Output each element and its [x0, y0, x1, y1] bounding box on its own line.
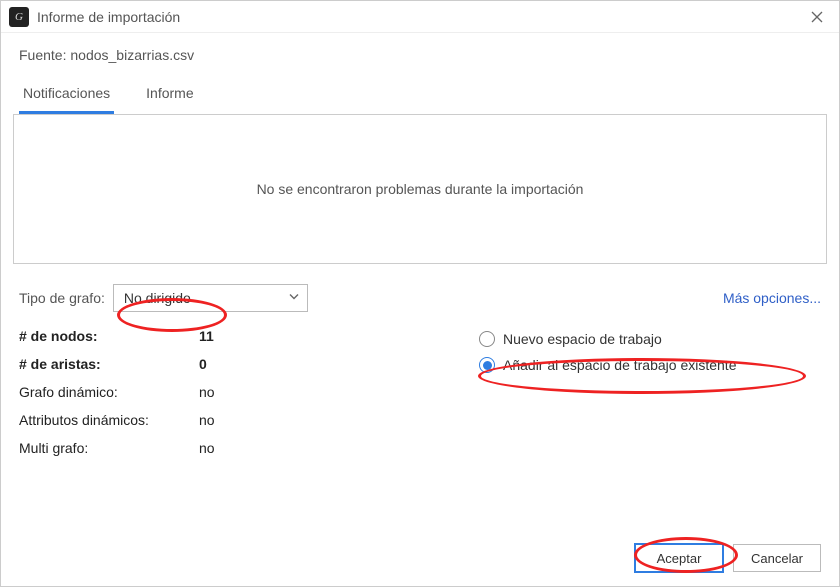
edges-count-value: 0: [199, 356, 207, 372]
multi-graph-value: no: [199, 440, 215, 456]
accept-button[interactable]: Aceptar: [635, 544, 723, 572]
tab-report[interactable]: Informe: [142, 75, 197, 114]
workspace-existing-radio[interactable]: Añadir al espacio de trabajo existente: [479, 352, 821, 378]
notifications-panel: No se encontraron problemas durante la i…: [13, 114, 827, 264]
dynamic-attrs-value: no: [199, 412, 215, 428]
graph-type-label: Tipo de grafo:: [19, 290, 105, 306]
edges-count-label: # de aristas:: [19, 356, 199, 372]
gephi-app-icon: G: [9, 7, 29, 27]
dynamic-attrs-label: Attributos dinámicos:: [19, 412, 199, 428]
radio-icon: [479, 357, 495, 373]
workspace-new-label: Nuevo espacio de trabajo: [503, 331, 662, 347]
nodes-count-label: # de nodos:: [19, 328, 199, 344]
dynamic-graph-value: no: [199, 384, 215, 400]
graph-type-value: No dirigido: [124, 290, 191, 306]
graph-type-select[interactable]: No dirigido: [113, 284, 308, 312]
close-icon[interactable]: [803, 3, 831, 31]
cancel-button[interactable]: Cancelar: [733, 544, 821, 572]
radio-icon: [479, 331, 495, 347]
workspace-new-radio[interactable]: Nuevo espacio de trabajo: [479, 326, 821, 352]
more-options-link[interactable]: Más opciones...: [723, 290, 821, 306]
notification-message: No se encontraron problemas durante la i…: [257, 181, 584, 197]
source-label: Fuente:: [19, 47, 66, 63]
multi-graph-label: Multi grafo:: [19, 440, 199, 456]
window-title: Informe de importación: [37, 9, 803, 25]
tab-notifications[interactable]: Notificaciones: [19, 75, 114, 114]
workspace-existing-label: Añadir al espacio de trabajo existente: [503, 357, 736, 373]
nodes-count-value: 11: [199, 328, 214, 344]
source-value: nodos_bizarrias.csv: [70, 47, 194, 63]
dynamic-graph-label: Grafo dinámico:: [19, 384, 199, 400]
